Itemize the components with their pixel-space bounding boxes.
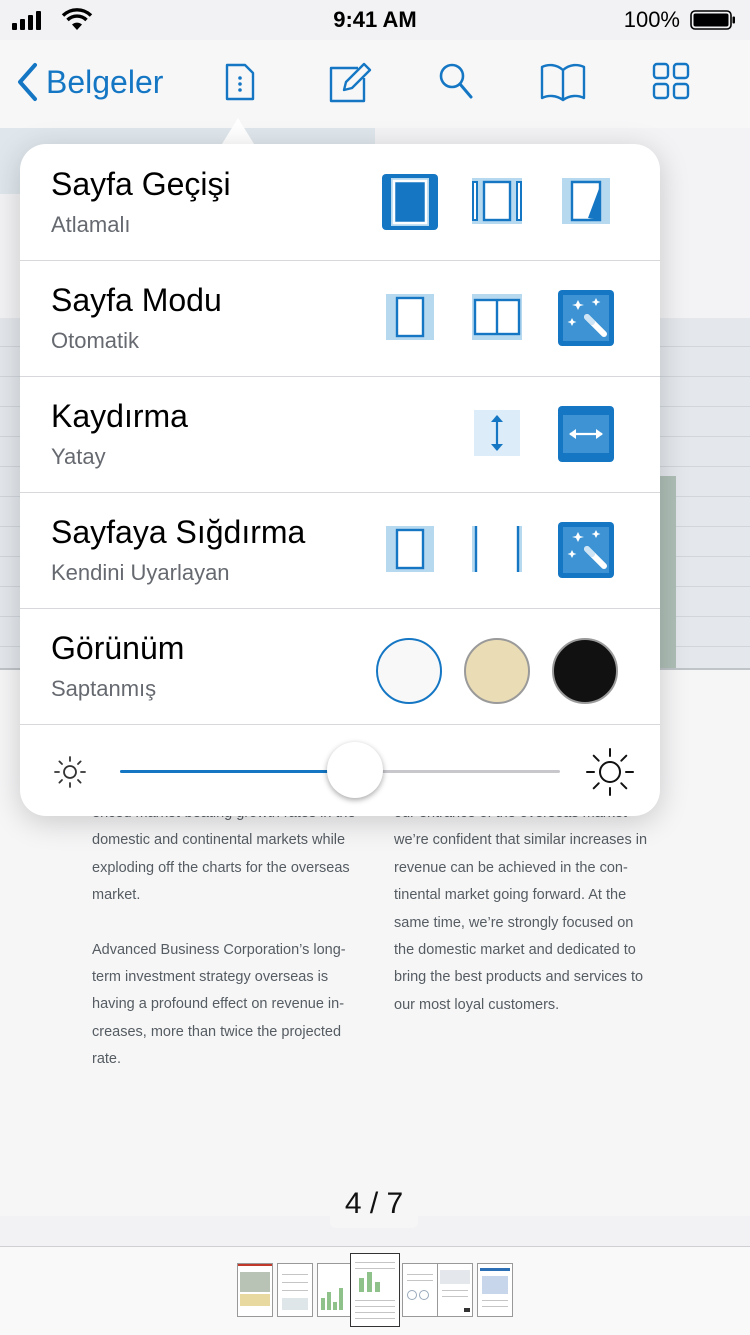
appearance-row: Görünüm Saptanmış: [20, 608, 660, 725]
page-thumbnail[interactable]: [477, 1263, 513, 1317]
single-page-mode-icon[interactable]: [386, 294, 434, 340]
brightness-slider-thumb[interactable]: [327, 742, 384, 798]
page-thumbnail[interactable]: [277, 1263, 313, 1317]
page-transition-row: Sayfa Geçişi Atlamalı: [20, 144, 660, 261]
navigation-toolbar: Belgeler: [0, 40, 750, 129]
page-thumbnail-strip: [0, 1246, 750, 1335]
fit-to-page-row: Sayfaya Sığdırma Kendini Uyarlayan: [20, 492, 660, 609]
brightness-control: [20, 724, 660, 816]
battery-percentage: 100%: [623, 7, 680, 32]
edit-icon[interactable]: [328, 62, 374, 104]
status-bar: 9:41 AM 100%: [0, 0, 750, 40]
brightness-high-icon: [586, 748, 634, 796]
row-subtitle: Otomatik: [51, 328, 140, 353]
page-thumbnail[interactable]: [437, 1263, 473, 1317]
page-thumbnail[interactable]: [402, 1263, 438, 1317]
transition-curl-icon[interactable]: [562, 178, 610, 224]
document-column-left: enced market-beating growth rates in the…: [92, 800, 360, 1101]
page-thumbnail[interactable]: [237, 1263, 273, 1317]
row-subtitle: Kendini Uyarlayan: [51, 560, 230, 585]
page-thumbnail[interactable]: [317, 1263, 353, 1317]
document-paragraph: our entrance of the overseas market we’r…: [394, 805, 648, 1013]
document-paragraph: enced market-beating growth rates in the…: [92, 805, 356, 904]
search-icon[interactable]: [438, 62, 474, 100]
theme-white-option[interactable]: [376, 638, 442, 704]
grid-icon[interactable]: [652, 62, 690, 100]
page-mode-row: Sayfa Modu Otomatik: [20, 260, 660, 377]
row-title: Görünüm: [51, 630, 185, 666]
chevron-left-icon: [18, 63, 37, 101]
row-title: Sayfa Modu: [51, 282, 222, 318]
double-page-mode-icon[interactable]: [472, 294, 522, 340]
battery-icon: [690, 10, 735, 30]
theme-sepia-option[interactable]: [464, 638, 530, 704]
row-title: Kaydırma: [51, 398, 188, 434]
horizontal-scroll-icon[interactable]: [558, 406, 614, 462]
fit-width-icon[interactable]: [472, 526, 522, 572]
vertical-scroll-icon[interactable]: [474, 410, 520, 456]
row-title: Sayfa Geçişi: [51, 166, 231, 202]
row-title: Sayfaya Sığdırma: [51, 514, 306, 550]
transition-jump-icon[interactable]: [382, 174, 438, 230]
back-button-label: Belgeler: [46, 63, 164, 100]
brightness-low-icon: [54, 756, 86, 788]
row-subtitle: Yatay: [51, 444, 106, 469]
back-button[interactable]: Belgeler: [16, 62, 163, 102]
auto-magic-wand-icon[interactable]: [558, 290, 614, 346]
brightness-slider-fill: [120, 770, 356, 773]
book-icon[interactable]: [540, 62, 586, 102]
scrolling-row: Kaydırma Yatay: [20, 376, 660, 493]
page-thumbnail-current[interactable]: [350, 1253, 400, 1327]
document-icon[interactable]: [224, 62, 256, 102]
view-settings-popover: Sayfa Geçişi Atlamalı Sayfa Modu Otomati…: [20, 144, 660, 816]
row-subtitle: Saptanmış: [51, 676, 157, 701]
fit-page-icon[interactable]: [386, 526, 434, 572]
popover-arrow: [222, 118, 254, 144]
page-indicator: 4 / 7: [330, 1180, 418, 1228]
adaptive-magic-wand-icon[interactable]: [558, 522, 614, 578]
transition-scroll-icon[interactable]: [472, 178, 522, 224]
theme-dark-option[interactable]: [552, 638, 618, 704]
document-paragraph: Advanced Business Corporation’s long-ter…: [92, 941, 346, 1068]
row-subtitle: Atlamalı: [51, 212, 131, 237]
document-column-right: our entrance of the overseas market we’r…: [394, 800, 654, 1046]
